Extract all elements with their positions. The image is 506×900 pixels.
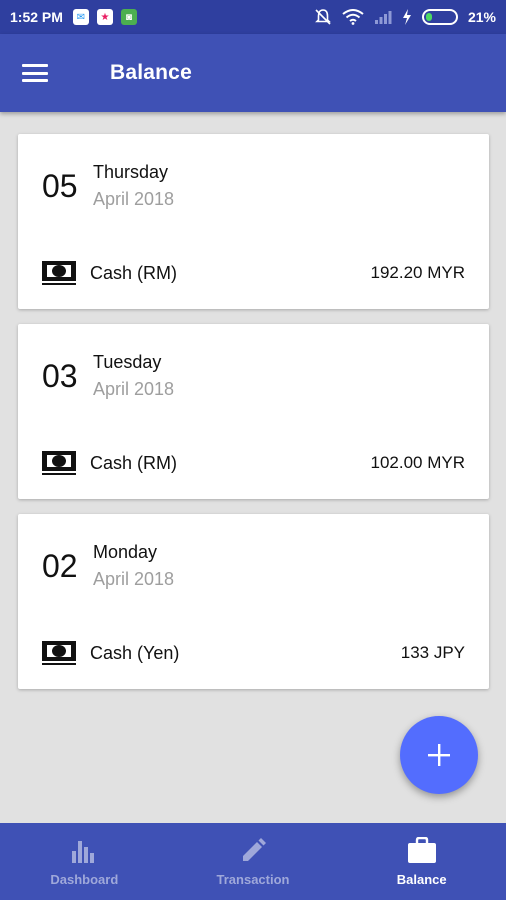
- bar-chart-icon: [72, 841, 95, 863]
- card-month: April 2018: [93, 569, 175, 589]
- status-bar: 1:52 PM ✉ ★ ◙ 21%: [0, 0, 506, 34]
- status-right: 21%: [314, 8, 496, 26]
- plus-icon: [428, 744, 450, 766]
- menu-button[interactable]: [0, 34, 70, 112]
- app-notification-icon: ★: [96, 9, 113, 25]
- card-day: 05: [42, 168, 78, 204]
- card-weekday: Thursday: [93, 162, 169, 182]
- status-left: 1:52 PM ✉ ★ ◙: [10, 9, 137, 25]
- balance-card[interactable]: 02 Monday April 2018 Cash (Yen) 133 JPY: [18, 514, 489, 689]
- battery-percent: 21%: [467, 9, 496, 25]
- battery-icon: [421, 9, 458, 25]
- pencil-icon: [243, 838, 266, 861]
- signal-icon: [374, 11, 392, 24]
- nav-dashboard[interactable]: Dashboard: [0, 823, 169, 900]
- balance-card[interactable]: 03 Tuesday April 2018 Cash (RM) 102.00 M…: [18, 324, 489, 499]
- nav-transaction[interactable]: Transaction: [169, 823, 338, 900]
- card-amount: 102.00 MYR: [370, 453, 466, 472]
- bottom-nav: Dashboard Transaction Balance: [0, 823, 506, 900]
- card-account: Cash (Yen): [90, 643, 180, 663]
- wifi-icon: [342, 9, 364, 25]
- mute-icon: [315, 9, 331, 25]
- card-weekday: Tuesday: [93, 352, 162, 372]
- card-amount: 192.20 MYR: [370, 263, 466, 282]
- card-day: 03: [42, 358, 78, 394]
- hamburger-icon: [22, 64, 48, 82]
- app-notification-icon: ✉: [72, 9, 89, 25]
- nav-balance-label: Balance: [396, 872, 447, 887]
- cash-icon: [42, 641, 76, 665]
- nav-transaction-label: Transaction: [216, 872, 290, 887]
- cash-icon: [42, 261, 76, 285]
- card-account: Cash (RM): [90, 453, 178, 473]
- cash-icon: [42, 451, 76, 475]
- card-month: April 2018: [93, 189, 175, 209]
- briefcase-icon: [407, 837, 436, 863]
- page-title: Balance: [110, 61, 192, 84]
- card-amount: 133 JPY: [400, 643, 465, 662]
- card-day: 02: [42, 548, 78, 584]
- charging-icon: [402, 9, 411, 25]
- add-entry-button[interactable]: [400, 716, 478, 794]
- balance-card[interactable]: 05 Thursday April 2018 Cash (RM) 192.20 …: [18, 134, 489, 309]
- app-notification-icon: ◙: [120, 9, 137, 25]
- app-bar: Balance: [0, 34, 506, 112]
- card-month: April 2018: [93, 379, 175, 399]
- nav-dashboard-label: Dashboard: [50, 872, 119, 887]
- status-time: 1:52 PM: [10, 9, 63, 25]
- card-weekday: Monday: [93, 542, 158, 562]
- nav-balance[interactable]: Balance: [337, 823, 506, 900]
- card-account: Cash (RM): [90, 263, 178, 283]
- battery-level: [425, 13, 432, 21]
